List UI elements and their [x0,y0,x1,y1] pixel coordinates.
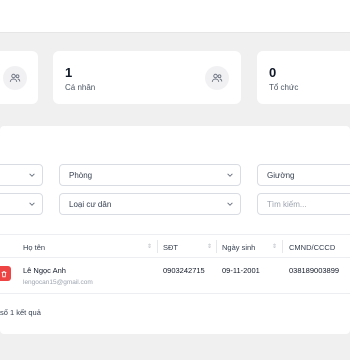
stat-individual-label: Cá nhân [65,83,96,92]
stat-individual-count: 1 [65,65,73,80]
resident-dob: 09-11-2001 [222,266,260,275]
stat-card-individual: 1 Cá nhân [53,51,241,104]
table-row: Lê Ngọc Anh lengocan15@gmail.com 0903242… [0,258,350,294]
search-input[interactable]: Tìm kiếm... [257,193,350,215]
column-header-phone[interactable]: SĐT [163,243,178,252]
filter-select-partial-2[interactable] [0,193,43,215]
filter-select-partial-1[interactable] [0,164,43,186]
trash-icon [1,270,6,277]
column-header-name[interactable]: Họ tên [23,243,45,252]
column-header-dob[interactable]: Ngày sinh [222,243,255,252]
delete-button[interactable] [0,266,11,281]
users-icon [3,66,27,90]
chevron-down-icon [227,173,233,177]
result-count: số 1 kết quả [0,308,41,317]
room-select[interactable]: Phòng [59,164,241,186]
sort-icon[interactable]: ⇕ [147,243,152,250]
bed-select[interactable]: Giường [257,164,350,186]
resident-id-number: 038189003899 [289,266,340,275]
chevron-down-icon [29,202,35,206]
stat-card-organization: 0 Tổ chức [257,51,350,104]
resident-phone: 0903242715 [163,266,205,275]
column-header-id[interactable]: CMND/CCCD [289,243,335,252]
resident-name[interactable]: Lê Ngọc Anh [23,266,66,275]
sort-icon[interactable]: ⇕ [207,243,212,250]
stat-organization-label: Tổ chức [269,83,299,92]
stat-organization-count: 0 [269,65,277,80]
table-header: Họ tên ⇕ SĐT ⇕ Ngày sinh ⇕ CMND/CCCD [0,234,350,258]
stat-card-partial [0,51,38,104]
resident-email: lengocan15@gmail.com [23,279,93,286]
users-icon [205,66,229,90]
chevron-down-icon [227,202,233,206]
top-bar [0,0,350,33]
resident-type-select[interactable]: Loại cư dân [59,193,241,215]
sort-icon[interactable]: ⇕ [272,243,277,250]
chevron-down-icon [29,173,35,177]
residents-panel [0,126,350,334]
